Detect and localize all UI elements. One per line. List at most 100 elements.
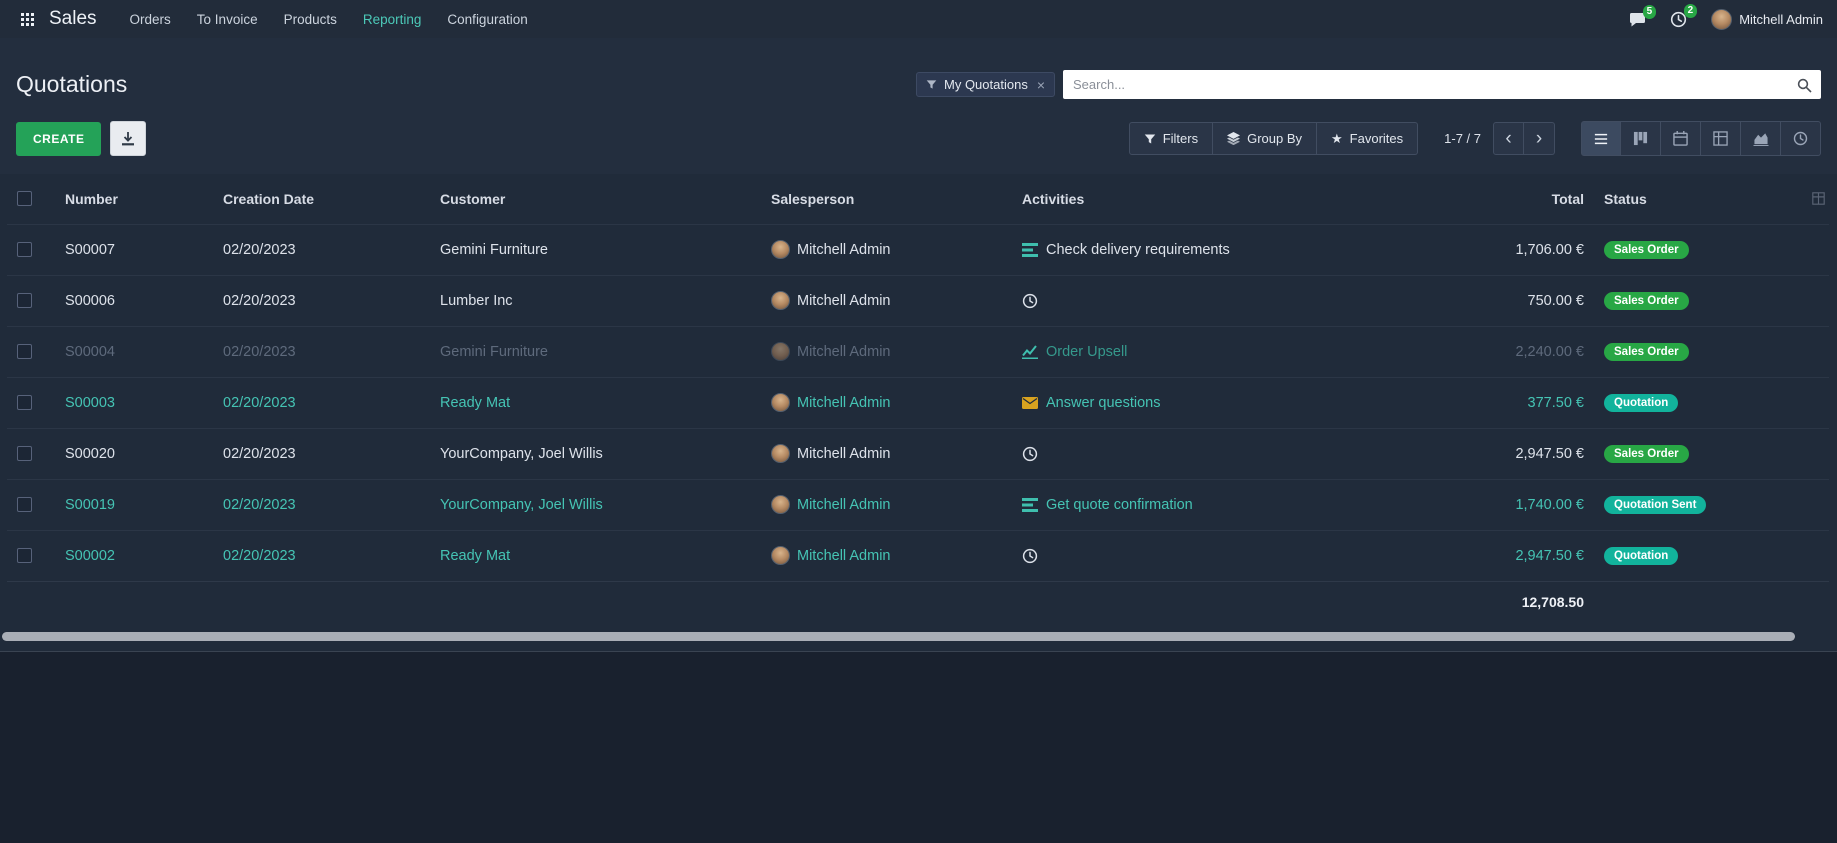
menu-item-orders[interactable]: Orders [117,0,184,38]
activities-clock-icon[interactable]: 2 [1670,11,1687,28]
row-creation-date: 02/20/2023 [223,293,296,309]
row-total: 1,740.00 € [1515,497,1584,513]
row-checkbox[interactable] [17,446,32,461]
group-by-button[interactable]: Group By [1213,122,1317,155]
activity-view-icon [1793,131,1808,146]
facet-remove-icon[interactable]: × [1037,78,1045,92]
row-number: S00020 [65,446,115,462]
app-brand[interactable]: Sales [49,8,97,30]
row-total: 750.00 € [1528,293,1584,309]
filters-button[interactable]: Filters [1129,122,1213,155]
select-all-checkbox[interactable] [17,191,32,206]
status-badge: Sales Order [1604,241,1689,259]
create-button[interactable]: CREATE [16,122,101,156]
status-badge: Quotation Sent [1604,496,1706,514]
chevron-left-icon: ‹ [1505,129,1511,148]
apps-grid-icon[interactable] [14,6,40,32]
list-view-button[interactable] [1581,121,1621,156]
column-header-customer[interactable]: Customer [430,174,761,224]
table-footer-row: 12,708.50 [7,581,1829,623]
column-header-total[interactable]: Total [1442,174,1594,224]
row-checkbox[interactable] [17,242,32,257]
menu-item-to-invoice[interactable]: To Invoice [184,0,271,38]
row-total: 2,947.50 € [1515,548,1584,564]
salesperson-name: Mitchell Admin [797,446,890,462]
table-row[interactable]: S00006 02/20/2023 Lumber Inc Mitchell Ad… [7,275,1829,326]
salesperson-avatar [771,393,790,412]
calendar-view-icon [1673,131,1688,146]
group-by-icon [1227,132,1240,145]
pivot-view-button[interactable] [1701,121,1741,156]
row-checkbox[interactable] [17,344,32,359]
row-checkbox[interactable] [17,395,32,410]
kanban-view-icon [1633,131,1648,146]
table-row[interactable]: S00007 02/20/2023 Gemini Furniture Mitch… [7,224,1829,275]
horizontal-scrollbar-thumb[interactable] [2,632,1795,641]
row-total: 2,240.00 € [1515,344,1584,360]
row-checkbox[interactable] [17,548,32,563]
column-header-salesperson[interactable]: Salesperson [761,174,1012,224]
tasks-icon[interactable] [1022,498,1038,512]
menu-item-configuration[interactable]: Configuration [434,0,540,38]
pager-range: 1-7 / 7 [1444,131,1481,146]
chevron-right-icon: › [1536,129,1542,148]
facet-label: My Quotations [944,77,1028,92]
table-row[interactable]: S00020 02/20/2023 YourCompany, Joel Will… [7,428,1829,479]
salesperson-avatar [771,546,790,565]
activity-view-button[interactable] [1781,121,1821,156]
pivot-view-icon [1713,131,1728,146]
row-checkbox[interactable] [17,497,32,512]
optional-columns-icon[interactable] [1812,190,1825,208]
table-row[interactable]: S00019 02/20/2023 YourCompany, Joel Will… [7,479,1829,530]
row-checkbox[interactable] [17,293,32,308]
search-input[interactable] [1063,70,1821,99]
chart-icon[interactable] [1022,344,1038,359]
menu-item-products[interactable]: Products [271,0,350,38]
column-header-number[interactable]: Number [55,174,213,224]
row-number: S00019 [65,497,115,513]
activity-label: Check delivery requirements [1046,242,1230,258]
salesperson-name: Mitchell Admin [797,497,890,513]
salesperson-avatar [771,495,790,514]
column-header-creation-date[interactable]: Creation Date [213,174,430,224]
status-badge: Sales Order [1604,292,1689,310]
row-customer: Gemini Furniture [440,242,548,258]
row-total: 377.50 € [1528,395,1584,411]
status-badge: Quotation [1604,394,1678,412]
menu-item-reporting[interactable]: Reporting [350,0,435,38]
table-row[interactable]: S00003 02/20/2023 Ready Mat Mitchell Adm… [7,377,1829,428]
clock-icon[interactable] [1022,548,1038,564]
salesperson-avatar [771,342,790,361]
salesperson-name: Mitchell Admin [797,293,890,309]
salesperson-name: Mitchell Admin [797,242,890,258]
favorites-star-icon: ★ [1331,132,1343,145]
calendar-view-button[interactable] [1661,121,1701,156]
graph-view-button[interactable] [1741,121,1781,156]
salesperson-avatar [771,444,790,463]
clock-icon[interactable] [1022,446,1038,462]
kanban-view-button[interactable] [1621,121,1661,156]
salesperson-name: Mitchell Admin [797,344,890,360]
tasks-icon[interactable] [1022,243,1038,257]
page-background [0,652,1837,843]
pager-next-button[interactable]: › [1524,122,1555,155]
favorites-button[interactable]: ★ Favorites [1317,122,1418,155]
pager-previous-button[interactable]: ‹ [1493,122,1524,155]
messages-icon[interactable]: 5 [1629,12,1646,27]
row-number: S00004 [65,344,115,360]
envelope-icon[interactable] [1022,397,1038,409]
table-row[interactable]: S00002 02/20/2023 Ready Mat Mitchell Adm… [7,530,1829,581]
row-creation-date: 02/20/2023 [223,344,296,360]
table-row[interactable]: S00004 02/20/2023 Gemini Furniture Mitch… [7,326,1829,377]
column-header-activities[interactable]: Activities [1012,174,1442,224]
export-button[interactable] [110,121,146,156]
row-creation-date: 02/20/2023 [223,497,296,513]
user-menu[interactable]: Mitchell Admin [1711,9,1823,30]
search-bar: My Quotations × [916,70,1821,99]
download-icon [121,132,135,146]
column-header-status[interactable]: Status [1594,174,1829,224]
row-total: 2,947.50 € [1515,446,1584,462]
clock-icon[interactable] [1022,293,1038,309]
search-icon[interactable] [1797,77,1812,95]
salesperson-name: Mitchell Admin [797,395,890,411]
